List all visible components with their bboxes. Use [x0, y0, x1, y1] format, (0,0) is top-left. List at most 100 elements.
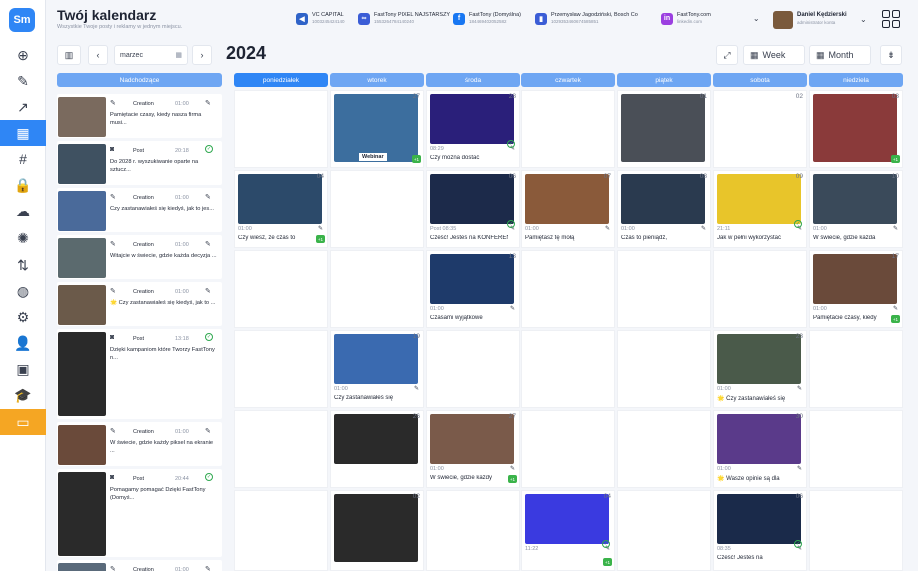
upcoming-item[interactable]: ✎ Creation 01:00 Witajcie w świecie, gdzie … — [57, 235, 222, 279]
settings-nav-item[interactable]: ⚙ — [0, 304, 46, 330]
event-thumbnail[interactable] — [717, 174, 801, 224]
fullscreen-button[interactable]: ⤢ — [716, 45, 738, 65]
calendar-day-cell[interactable] — [617, 330, 711, 408]
pencil-icon[interactable]: ✎ — [510, 305, 515, 312]
event-thumbnail[interactable] — [334, 414, 418, 464]
chevron-down-icon[interactable]: ⌄ — [860, 15, 867, 24]
upcoming-item[interactable]: ✎ Creation 01:00 Czy zastanawiałeś się kied… — [57, 188, 222, 232]
calendar-day-cell[interactable]: 13 01:00 ✎ Czasami wyjątkowe — [426, 250, 520, 328]
ai-nav-item[interactable]: ✺ — [0, 225, 46, 251]
upcoming-list[interactable]: ✎ Creation 01:00 Pamiętacie czasy, kiedy na… — [57, 91, 222, 571]
upcoming-item[interactable]: ✎ Creation 01:00 W świecie, gdzie każdy pik… — [57, 422, 222, 466]
calendar-day-cell[interactable]: 04 01:00 ✎ Czy wiesz, że czas to +1 — [234, 170, 328, 248]
filter-button[interactable]: ⇟ — [880, 45, 902, 65]
user-nav-item[interactable]: 👤 — [0, 330, 46, 356]
account-selector[interactable]: f FastTony (Domyślna) 184469402052582 — [453, 12, 521, 25]
event-thumbnail[interactable] — [813, 174, 897, 224]
avatar[interactable] — [773, 11, 793, 29]
event-thumbnail[interactable] — [621, 94, 705, 162]
calendar-day-cell[interactable]: Webinar 27 +1 — [330, 90, 424, 168]
chat-nav-item[interactable]: ☁ — [0, 198, 46, 224]
extra-posts-badge[interactable]: +1 — [891, 155, 900, 163]
graduation-nav-item[interactable]: 🎓 — [0, 382, 46, 408]
calendar-day-cell[interactable]: 26 — [330, 410, 424, 488]
account-selector[interactable]: ▮ Przemysław Jagodziński, Bosch Co 1029353… — [535, 12, 638, 25]
event-thumbnail[interactable] — [430, 254, 514, 304]
event-thumbnail[interactable] — [621, 174, 705, 224]
calendar-day-cell[interactable] — [617, 410, 711, 488]
extra-posts-badge[interactable]: +1 — [316, 235, 325, 243]
pencil-icon[interactable]: ✎ — [205, 427, 211, 435]
pencil-icon[interactable]: ✎ — [701, 225, 706, 232]
upcoming-item[interactable]: ◙ Post 20:18 Do 2028 r. wyszukiwanie oparte… — [57, 141, 222, 185]
hashtag-nav-item[interactable]: # — [0, 146, 46, 172]
calendar-day-cell[interactable] — [234, 490, 328, 571]
calendar-day-cell[interactable] — [330, 250, 424, 328]
calendar-day-cell[interactable]: 06Post 08:35✎Cześć! Jesteś na KONFERENCJ… — [426, 170, 520, 248]
pencil-icon[interactable]: ✎ — [797, 465, 802, 472]
event-thumbnail[interactable] — [238, 174, 322, 224]
globe-nav-item[interactable]: ◍ — [0, 278, 46, 304]
calendar-day-cell[interactable] — [234, 90, 328, 168]
extra-posts-badge[interactable]: +1 — [603, 558, 612, 566]
chevron-down-icon[interactable]: ⌄ — [753, 14, 760, 23]
calendar-day-cell[interactable] — [809, 410, 903, 488]
calendar-day-cell[interactable] — [234, 330, 328, 408]
event-thumbnail[interactable] — [717, 334, 801, 384]
pencil-icon[interactable]: ✎ — [414, 385, 419, 392]
extra-posts-badge[interactable]: +1 — [508, 475, 517, 483]
upcoming-item[interactable]: ◙ Post 20:44 Pomagamy pomagać Dzięki FastTo… — [57, 469, 222, 557]
extra-posts-badge[interactable]: +1 — [891, 315, 900, 323]
pencil-icon[interactable]: ✎ — [205, 565, 211, 571]
calendar-day-cell[interactable]: 09 21:11 ✎ Jak w pełni wykorzystać ✓ — [713, 170, 807, 248]
next-month-button[interactable]: › — [192, 45, 212, 65]
event-thumbnail[interactable] — [334, 334, 418, 384]
calendar-day-cell[interactable] — [521, 410, 615, 488]
pencil-icon[interactable]: ✎ — [605, 225, 610, 232]
calendar-day-cell[interactable] — [330, 170, 424, 248]
event-thumbnail[interactable] — [717, 414, 801, 464]
upcoming-item[interactable]: ✎ Creation 01:00 Pamiętacie czasy, kiedy na… — [57, 94, 222, 138]
calendar-day-cell[interactable]: 30 01:00 ✎ 🌟 Wasze opinie są dla — [713, 410, 807, 488]
prev-month-button[interactable]: ‹ — [88, 45, 108, 65]
calendar-day-cell[interactable] — [234, 410, 328, 488]
account-selector[interactable]: ◀ VC CAPITAL 1003245424140 — [296, 12, 345, 25]
event-thumbnail[interactable] — [813, 254, 897, 304]
event-thumbnail[interactable] — [717, 494, 801, 544]
event-thumbnail[interactable] — [430, 414, 514, 464]
calendar-day-cell[interactable]: 02 — [713, 90, 807, 168]
sidebar-toggle-button[interactable]: ▥ — [57, 45, 81, 65]
edit-nav-item[interactable]: ✎ — [0, 68, 46, 94]
calendar-day-cell[interactable] — [617, 490, 711, 571]
account-selector[interactable]: ∞ FastTony PIXEL NAJSTARSZY 15532647841402… — [358, 12, 450, 25]
event-thumbnail[interactable] — [525, 494, 609, 544]
month-select[interactable]: marzec ▦ — [114, 45, 188, 65]
calendar-day-cell[interactable]: 28 08:29 ✎ Czy można dostać ✓ — [426, 90, 520, 168]
lock-nav-item[interactable]: 🔒 — [0, 172, 46, 198]
presentation-nav-item[interactable]: ▭ — [0, 409, 46, 435]
pencil-icon[interactable]: ✎ — [893, 305, 898, 312]
calendar-day-cell[interactable]: 07 01:00 ✎ Pamiętasz tę mołą — [521, 170, 615, 248]
calendar-day-cell[interactable] — [426, 330, 520, 408]
upcoming-item[interactable]: ◙ Post 13:18 Dzięki kampaniom które Tworzy … — [57, 329, 222, 419]
pencil-icon[interactable]: ✎ — [205, 287, 211, 295]
calendar-day-cell[interactable]: 01 — [617, 90, 711, 168]
upcoming-item[interactable]: ✎ Creation 01:00 🌟 Czy zastanawiałeś się ki… — [57, 282, 222, 326]
calendar-nav-item[interactable]: ▦ — [0, 120, 46, 146]
pencil-icon[interactable]: ✎ — [893, 225, 898, 232]
calendar-day-cell[interactable]: 19 01:00 ✎ Czy zastanawiałeś się — [330, 330, 424, 408]
event-thumbnail[interactable] — [334, 494, 418, 562]
sort-nav-item[interactable]: ⇅ — [0, 252, 46, 278]
pencil-icon[interactable]: ✎ — [205, 99, 211, 107]
event-thumbnail[interactable] — [813, 94, 897, 162]
pencil-icon[interactable]: ✎ — [205, 193, 211, 201]
event-thumbnail[interactable] — [430, 174, 514, 224]
calendar-day-cell[interactable]: 23 01:00 ✎ 🌟 Czy zastanawiałeś się — [713, 330, 807, 408]
briefcase-nav-item[interactable]: ▣ — [0, 356, 46, 382]
logo[interactable]: Sm — [9, 8, 35, 32]
account-selector[interactable]: in FastTony.com linkedin.com ⌄ — [661, 12, 760, 25]
calendar-day-cell[interactable] — [809, 330, 903, 408]
upcoming-item[interactable]: ✎ Creation 01:00 ✎ — [57, 560, 222, 571]
calendar-day-cell[interactable]: 17 01:00 ✎ Pamiętacie czasy, kiedy +1 — [809, 250, 903, 328]
calendar-day-cell[interactable] — [521, 90, 615, 168]
